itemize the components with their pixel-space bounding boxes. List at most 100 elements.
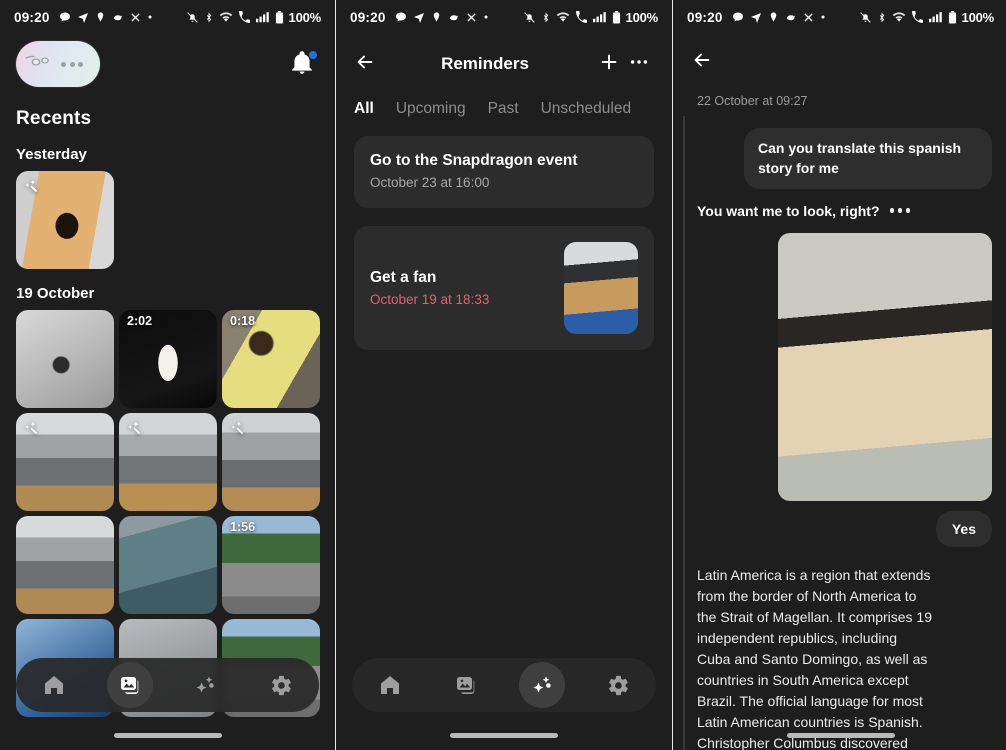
page-title: Recents xyxy=(16,108,92,129)
reminder-card-fan[interactable]: Get a fan October 19 at 18:33 xyxy=(354,226,654,350)
gallery-grid: 2:02 0:18 1:56 xyxy=(0,310,335,717)
battery-icon xyxy=(948,10,957,24)
reminder-title: Go to the Snapdragon event xyxy=(370,152,578,169)
reminders-header: Reminders xyxy=(336,34,672,94)
glasses-activity-dots xyxy=(61,61,83,67)
send-icon xyxy=(413,11,425,23)
reminder-date: October 23 at 16:00 xyxy=(370,175,490,190)
nav-ai[interactable] xyxy=(182,662,228,708)
reminder-card-snapdragon[interactable]: Go to the Snapdragon event October 23 at… xyxy=(354,136,654,208)
bluetooth-icon xyxy=(204,11,214,24)
x-icon xyxy=(466,12,477,23)
chat-screen: 09:20 100% 22 October at 09:27 Can you t… xyxy=(673,0,1006,750)
reminder-title: Get a fan xyxy=(370,269,437,286)
reminder-texts: Get a fan October 19 at 18:33 xyxy=(370,269,564,307)
signal-bars-icon xyxy=(255,11,270,23)
nav-ai[interactable] xyxy=(519,662,565,708)
gallery-item-legs[interactable] xyxy=(119,516,217,614)
gallery-item-dark-phone[interactable]: 2:02 xyxy=(119,310,217,408)
user-message-bubble[interactable]: Yes xyxy=(935,510,992,547)
gallery-item-street-video[interactable]: 1:56 xyxy=(222,516,320,614)
wifi-icon xyxy=(892,11,906,23)
group-label-yesterday: Yesterday xyxy=(16,146,87,163)
chat-bubble-icon xyxy=(732,11,744,23)
battery-percent: 100% xyxy=(288,9,322,25)
book-photo-attachment[interactable] xyxy=(778,232,992,501)
more-options-icon[interactable] xyxy=(889,208,911,213)
status-left-icons xyxy=(59,11,153,23)
bird-icon xyxy=(785,12,797,23)
gallery-item-office-3[interactable] xyxy=(222,413,320,511)
bottom-nav-mid xyxy=(352,658,656,712)
bird-icon xyxy=(112,12,124,23)
home-indicator xyxy=(786,733,895,738)
more-options-button[interactable] xyxy=(624,49,654,79)
status-time: 09:20 xyxy=(350,9,386,25)
dot-icon xyxy=(483,14,489,20)
video-duration: 0:18 xyxy=(230,314,256,328)
gallery-item-office-1[interactable] xyxy=(16,413,114,511)
status-right-icons: 100% xyxy=(523,10,658,25)
bottom-nav-left xyxy=(16,658,319,712)
back-arrow-icon xyxy=(354,51,376,78)
chat-header xyxy=(673,34,1006,90)
tab-past[interactable]: Past xyxy=(488,100,519,118)
add-reminder-button[interactable] xyxy=(594,49,624,79)
bird-icon xyxy=(448,12,460,23)
notifications-bell-icon xyxy=(289,51,315,80)
nav-settings[interactable] xyxy=(258,662,304,708)
assistant-message-text: You want me to look, right? xyxy=(697,202,880,219)
missed-call-icon xyxy=(575,10,588,24)
user-message-bubble[interactable]: Can you translate this spanish story for… xyxy=(744,128,992,189)
gallery-item-office-4[interactable] xyxy=(16,516,114,614)
notifications-bell-button[interactable] xyxy=(289,50,318,80)
back-button[interactable] xyxy=(691,49,713,76)
gallery-screen: 09:20 100% Recents Yesterday 19 October … xyxy=(0,0,335,750)
group-label-19-october: 19 October xyxy=(16,285,95,302)
wifi-icon xyxy=(219,11,233,23)
x-icon xyxy=(130,12,141,23)
location-pin-icon xyxy=(431,11,442,23)
dot-icon xyxy=(820,14,826,20)
nav-home[interactable] xyxy=(367,662,413,708)
video-duration: 2:02 xyxy=(127,314,153,328)
tab-unscheduled[interactable]: Unscheduled xyxy=(541,100,631,118)
battery-icon xyxy=(612,10,621,24)
notifications-badge xyxy=(308,50,318,60)
smart-glasses-status-pill[interactable] xyxy=(16,41,100,87)
gallery-item-office-2[interactable] xyxy=(119,413,217,511)
gallery-item-guitar[interactable] xyxy=(16,171,114,269)
thumbnail-image xyxy=(16,516,114,614)
ai-sparkle-icon xyxy=(125,419,143,437)
reminder-date: October 19 at 18:33 xyxy=(370,292,490,307)
assistant-message-2: Latin America is a region that extends f… xyxy=(697,565,992,750)
battery-percent: 100% xyxy=(625,9,659,25)
back-arrow-icon xyxy=(691,53,713,75)
notifications-off-icon xyxy=(859,11,872,24)
message-row-user-1: Can you translate this spanish story for… xyxy=(689,128,992,189)
status-bar-mid: 09:20 100% xyxy=(336,0,672,34)
nav-home[interactable] xyxy=(31,662,77,708)
location-pin-icon xyxy=(95,11,106,23)
tab-upcoming[interactable]: Upcoming xyxy=(396,100,466,118)
gallery-item-drone[interactable] xyxy=(16,310,114,408)
conversation-timestamp: 22 October at 09:27 xyxy=(697,94,808,108)
assistant-message-text: Latin America is a region that extends f… xyxy=(697,566,932,750)
status-bar-right: 09:20 100% xyxy=(673,0,1006,34)
status-left-icons xyxy=(732,11,826,23)
gallery-item-person-yellow[interactable]: 0:18 xyxy=(222,310,320,408)
reminder-thumbnail[interactable] xyxy=(564,242,638,334)
tab-all[interactable]: All xyxy=(354,100,374,118)
status-right-icons: 100% xyxy=(859,10,994,25)
wifi-icon xyxy=(556,11,570,23)
more-options-icon xyxy=(628,51,650,78)
nav-gallery[interactable] xyxy=(443,662,489,708)
status-time: 09:20 xyxy=(687,9,723,25)
page-title: Reminders xyxy=(441,54,529,73)
nav-gallery[interactable] xyxy=(106,662,153,708)
reminders-screen: 09:20 100% Reminders All Upcoming Past U… xyxy=(336,0,672,750)
battery-icon xyxy=(275,10,284,24)
send-icon xyxy=(750,11,762,23)
signal-bars-icon xyxy=(928,11,943,23)
nav-settings[interactable] xyxy=(595,662,641,708)
